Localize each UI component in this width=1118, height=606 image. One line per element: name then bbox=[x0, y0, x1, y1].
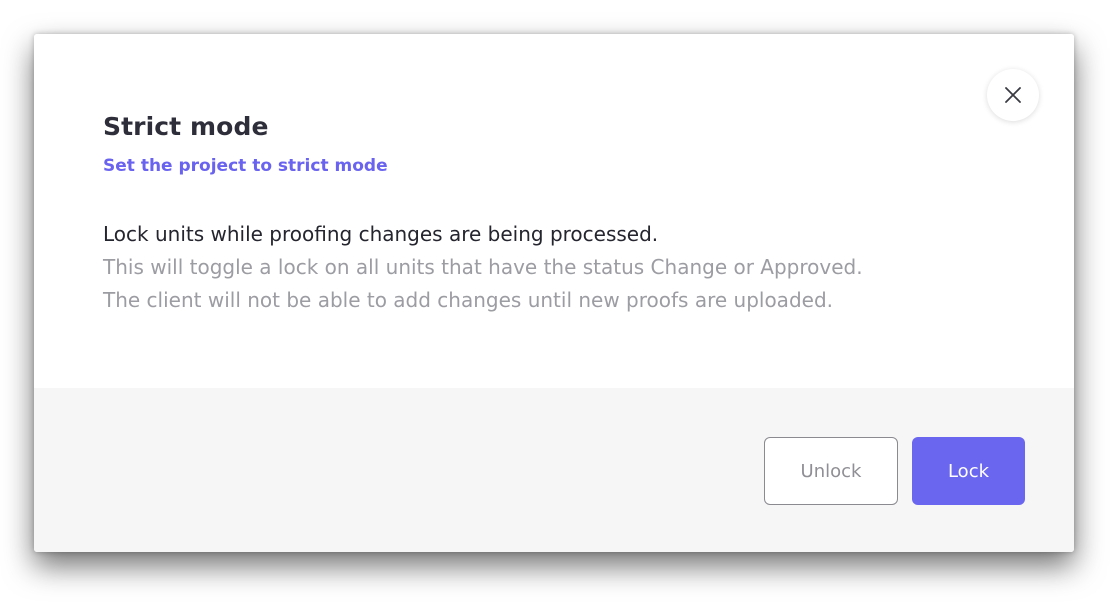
description-line: This will toggle a lock on all units tha… bbox=[103, 255, 863, 279]
dialog-subtitle: Set the project to strict mode bbox=[103, 156, 388, 176]
description-line: The client will not be able to add chang… bbox=[103, 288, 833, 312]
close-icon bbox=[1004, 86, 1022, 104]
description-lead: Lock units while proofing changes are be… bbox=[103, 222, 659, 246]
dialog-footer: Unlock Lock bbox=[34, 388, 1074, 552]
dialog-title: Strict mode bbox=[103, 112, 269, 141]
lock-button[interactable]: Lock bbox=[912, 437, 1025, 505]
dialog-body: Strict mode Set the project to strict mo… bbox=[34, 34, 1074, 388]
close-button[interactable] bbox=[987, 69, 1039, 121]
unlock-button[interactable]: Unlock bbox=[764, 437, 898, 505]
dialog-description: Lock units while proofing changes are be… bbox=[103, 223, 1003, 322]
strict-mode-dialog: Strict mode Set the project to strict mo… bbox=[34, 34, 1074, 552]
